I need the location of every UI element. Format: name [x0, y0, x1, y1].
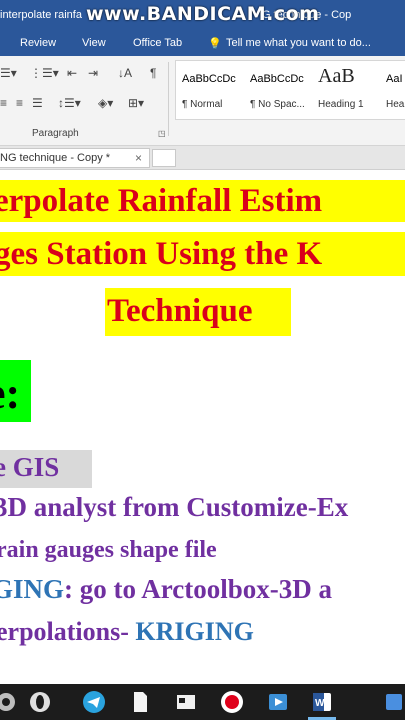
ribbon-home: ☰▾ ⋮☰▾ ⇤ ⇥ ↓A ¶ ≡ ≡ ☰ ↕☰▾ ◈▾ ⊞▾ Paragrap… [0, 56, 405, 146]
lightbulb-icon: 💡 [208, 38, 222, 50]
align-center-icon[interactable]: ≡ [0, 96, 7, 110]
step-line-2: rain gauges shape file [0, 537, 217, 563]
style-heading-1[interactable]: AaB Heading 1 [312, 61, 380, 119]
media-player-icon[interactable] [264, 688, 292, 716]
title-line-1: erpolate Rainfall Estim [0, 180, 405, 222]
ribbon-tabs: Review View Office Tab 💡 Tell me what yo… [0, 32, 405, 56]
window-app-icon[interactable] [172, 688, 200, 716]
style-normal[interactable]: AaBbCcDc ¶ Normal [176, 61, 244, 119]
borders-icon[interactable]: ⊞▾ [128, 96, 144, 110]
tab-review[interactable]: Review [20, 37, 56, 49]
style-heading-2[interactable]: AaI Hea [380, 61, 405, 119]
document-page[interactable]: erpolate Rainfall Estim ges Station Usin… [0, 170, 405, 684]
word-icon[interactable]: W [308, 688, 336, 716]
step-line-4: erpolations- KRIGING [0, 617, 254, 646]
close-icon[interactable]: × [135, 151, 142, 165]
svg-text:W: W [315, 698, 325, 709]
shading-icon[interactable]: ◈▾ [98, 96, 113, 110]
taskbar: W [0, 684, 405, 720]
document-tab-bar: NG technique - Copy * × [0, 146, 405, 170]
bandicam-watermark: www.BANDICAM.com [86, 3, 320, 25]
settings-gear-icon[interactable] [0, 688, 20, 716]
document-tab-label: NG technique - Copy * [0, 152, 111, 164]
tell-me-search[interactable]: Tell me what you want to do... [226, 37, 371, 49]
increase-indent-icon[interactable]: ⇥ [88, 66, 98, 80]
telegram-icon[interactable] [80, 688, 108, 716]
align-right-icon[interactable]: ≡ [16, 96, 23, 110]
step-line-3: GING: go to Arctoolbox-3D a [0, 574, 332, 604]
title-line-2: ges Station Using the K [0, 232, 405, 276]
styles-gallery: AaBbCcDc ¶ Normal AaBbCcDc ¶ No Spac... … [175, 60, 405, 120]
sort-icon[interactable]: ↓A [118, 66, 132, 80]
paragraph-dialog-launcher-icon[interactable]: ◳ [158, 129, 166, 138]
app-icon[interactable] [382, 688, 405, 716]
section-heading: e GIS [0, 452, 60, 482]
title-bar: interpolate rainfa G technique - Cop www… [0, 0, 405, 32]
opera-icon[interactable] [26, 688, 54, 716]
objective-heading: e: [0, 369, 21, 418]
step-line-1: 3D analyst from Customize-Ex [0, 492, 349, 522]
document-tab[interactable]: NG technique - Copy * × [0, 148, 150, 168]
style-no-spacing[interactable]: AaBbCcDc ¶ No Spac... [244, 61, 312, 119]
tab-view[interactable]: View [82, 37, 106, 49]
tab-office-tab[interactable]: Office Tab [133, 37, 182, 49]
title-line-3: Technique [105, 288, 291, 336]
numbering-icon[interactable]: ⋮☰▾ [30, 66, 59, 80]
window-title: interpolate rainfa [0, 9, 82, 21]
justify-icon[interactable]: ☰ [32, 96, 43, 110]
bullets-icon[interactable]: ☰▾ [0, 66, 17, 80]
group-separator [168, 62, 169, 136]
record-icon[interactable] [218, 688, 246, 716]
decrease-indent-icon[interactable]: ⇤ [67, 66, 77, 80]
line-spacing-icon[interactable]: ↕☰▾ [58, 96, 81, 110]
file-icon[interactable] [126, 688, 154, 716]
paragraph-group-label: Paragraph [32, 128, 79, 139]
new-tab-button[interactable] [152, 149, 176, 167]
pilcrow-icon[interactable]: ¶ [150, 66, 156, 80]
